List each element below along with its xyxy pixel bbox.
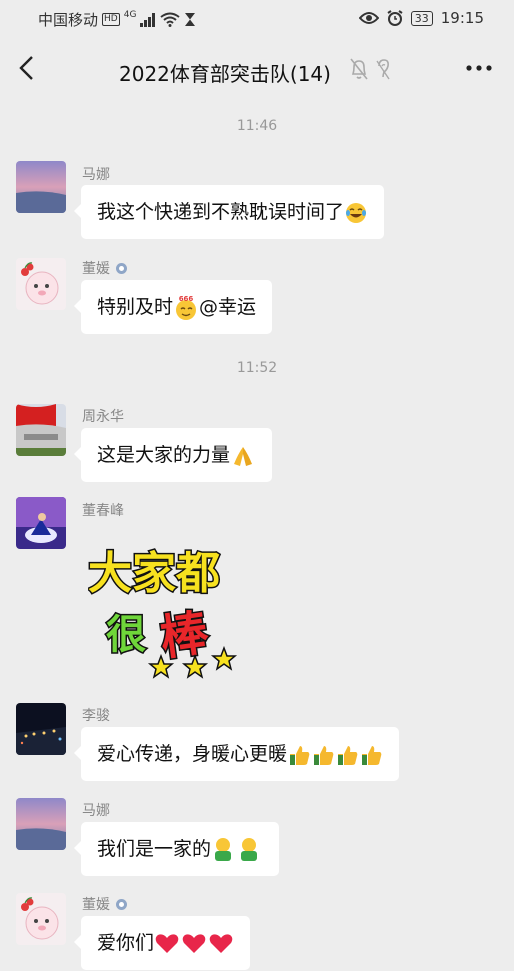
battery-indicator: 33 (410, 10, 433, 26)
sticker-text-line2b: 棒 (157, 605, 213, 667)
hourglass-icon (185, 13, 196, 26)
sender-name: 董媛 (82, 261, 110, 277)
great-job-sticker[interactable]: 大家都 很 棒 (88, 544, 238, 684)
avatar[interactable] (16, 161, 66, 213)
verified-badge-icon (116, 898, 127, 910)
chat-header: 2022体育部突击队(14) (0, 34, 514, 106)
message-bubble[interactable]: 我们是一家的 (73, 822, 280, 876)
thumbs-up-emoji (290, 745, 382, 765)
timestamp: 11:46 (236, 118, 278, 134)
timestamp: 11:52 (236, 360, 278, 376)
mention-text: @幸运 (199, 296, 257, 318)
sticker-text-line1: 大家都 (88, 548, 220, 599)
hd-icon: HD (102, 13, 120, 26)
message-text: 爱你们 (97, 932, 155, 954)
signal-icon (140, 12, 156, 27)
message-text: 爱心传递，身暖心更暖 (97, 743, 288, 765)
ear-icon (376, 59, 390, 80)
sender-name: 马娜 (82, 167, 110, 183)
hug-emoji (215, 837, 258, 861)
verified-badge-icon (116, 262, 127, 274)
message-text: 特别及时 (97, 296, 174, 318)
666-emoji: 666 (176, 295, 197, 320)
avatar[interactable] (16, 497, 66, 549)
sender-name: 董春峰 (82, 503, 124, 519)
message-bubble[interactable]: 这是大家的力量 (73, 428, 273, 482)
wifi-icon (160, 12, 181, 27)
sender-name: 董媛 (82, 897, 110, 913)
sticker-text-line2a: 很 (106, 612, 146, 658)
network-type: 4G (123, 9, 137, 20)
avatar[interactable] (16, 404, 66, 456)
sender-name: 周永华 (82, 409, 124, 425)
sender-name: 马娜 (82, 803, 110, 819)
avatar[interactable] (16, 703, 66, 755)
svg-text:666: 666 (179, 295, 194, 303)
more-options-icon[interactable] (466, 62, 492, 74)
avatar[interactable] (16, 798, 66, 850)
avatar[interactable] (16, 258, 66, 310)
message-bubble[interactable]: 我这个快递到不熟耽误时间了 (73, 185, 385, 239)
chat-title: 2022体育部突击队(14) (119, 62, 331, 86)
sender-name: 李骏 (82, 708, 110, 724)
message-bubble[interactable]: 爱你们 (73, 916, 251, 970)
red-heart-emoji (155, 933, 233, 953)
sender-name-row: 董媛 (82, 258, 127, 278)
back-arrow-icon[interactable] (16, 54, 40, 82)
clock: 19:15 (440, 9, 484, 27)
status-bar: 中国移动 HD 4G 33 19:15 (0, 0, 514, 34)
message-text: 我这个快递到不熟耽误时间了 (97, 201, 345, 223)
eye-icon (358, 12, 379, 24)
sender-name-row: 董媛 (82, 894, 127, 914)
message-bubble[interactable]: 爱心传递，身暖心更暖 (73, 727, 400, 781)
message-text: 这是大家的力量 (97, 444, 231, 466)
alarm-icon (387, 10, 403, 26)
laughing-crying-emoji (346, 202, 367, 223)
message-bubble[interactable]: 特别及时 666 @幸运 (73, 280, 273, 334)
mute-bell-icon (350, 58, 368, 80)
message-text: 我们是一家的 (97, 838, 212, 860)
carrier-name: 中国移动 (38, 11, 99, 29)
praying-hands-emoji (234, 446, 253, 466)
avatar[interactable] (16, 893, 66, 945)
